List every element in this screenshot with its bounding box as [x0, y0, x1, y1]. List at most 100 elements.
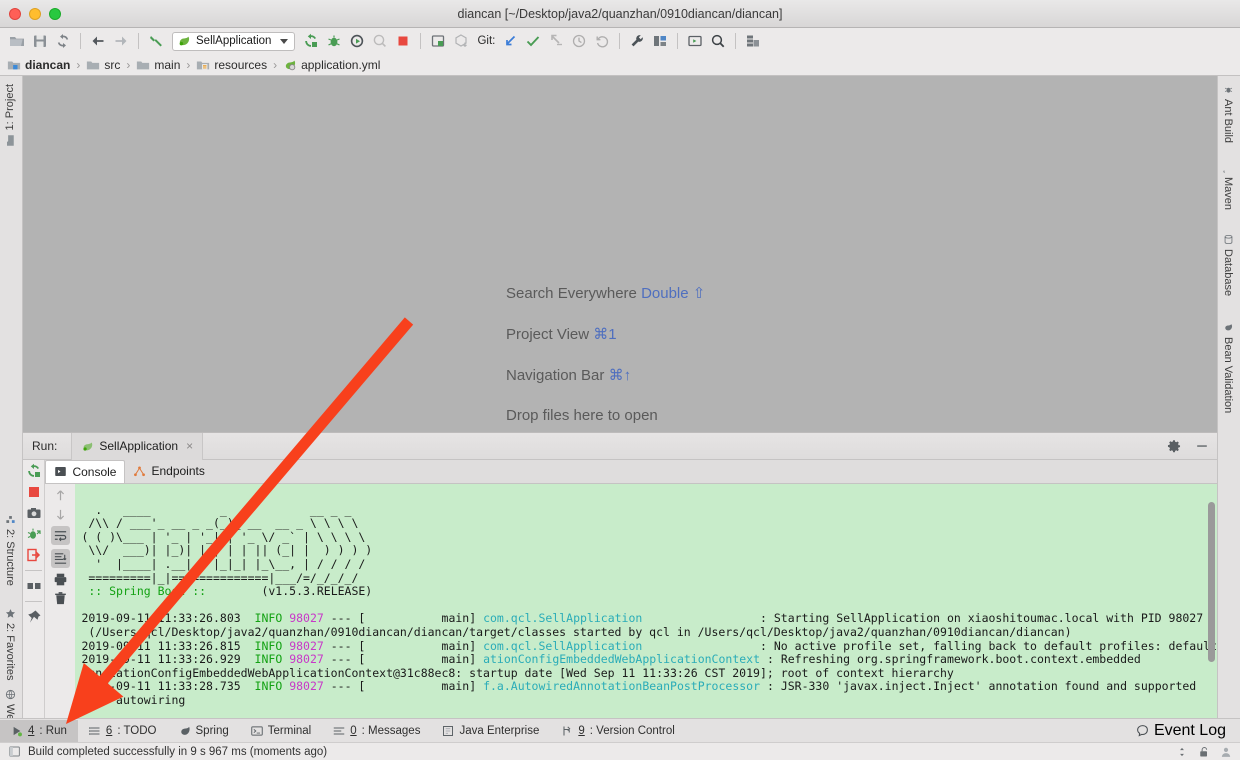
- console-log-msg: : Refreshing org.springframework.boot.co…: [766, 652, 1141, 667]
- sidebar-item-maven[interactable]: m Maven: [1222, 162, 1234, 210]
- tab-console[interactable]: Console: [45, 460, 126, 483]
- save-snapshot-icon[interactable]: [742, 30, 764, 52]
- left-tool-window-bar: 1: Project 2: Structure 2: Favorites Web: [0, 76, 23, 718]
- bottom-item-run[interactable]: 4: Run: [0, 719, 78, 742]
- event-log-button[interactable]: Event Log: [1136, 722, 1226, 740]
- run-window-header: Run: SellApplication ×: [23, 432, 1217, 460]
- sidebar-item-structure[interactable]: 2: Structure: [4, 514, 16, 586]
- settings-wrench-icon[interactable]: [626, 30, 648, 52]
- breadcrumb-item-main[interactable]: main: [136, 58, 180, 72]
- console-scrollbar[interactable]: [1208, 502, 1215, 662]
- sidebar-item-ant-build[interactable]: Ant Build: [1222, 84, 1234, 143]
- git-commit-icon[interactable]: [522, 30, 544, 52]
- breadcrumb-item-diancan[interactable]: diancan: [7, 58, 70, 72]
- save-all-icon[interactable]: [29, 30, 51, 52]
- sync-icon[interactable]: [52, 30, 74, 52]
- bottom-item-terminal[interactable]: Terminal: [240, 720, 322, 742]
- export-icon[interactable]: [26, 547, 42, 563]
- soft-wrap-icon[interactable]: [50, 526, 70, 545]
- window-titlebar: diancan [~/Desktop/java2/quanzhan/0910di…: [0, 0, 1240, 28]
- editor-empty-area[interactable]: Search Everywhere Double ⇧ Project View …: [23, 76, 1217, 432]
- console-log-logger: ationConfigEmbeddedWebApplicationContext: [483, 652, 761, 667]
- scroll-to-end-icon[interactable]: [50, 549, 70, 568]
- console-log-pad: [642, 639, 760, 653]
- git-rollback-icon: [591, 30, 613, 52]
- print-icon[interactable]: [53, 572, 68, 587]
- console-log-sep: --- [: [323, 679, 366, 694]
- event-log-label: Event Log: [1153, 721, 1226, 739]
- console-log-ts: 2019-09-11 11:33:26.815: [81, 638, 241, 653]
- version-control-icon: [561, 725, 573, 737]
- sidebar-item-project[interactable]: 1: Project: [4, 84, 16, 146]
- console-log-level: INFO: [254, 611, 283, 626]
- breadcrumb-item-resources[interactable]: resources: [196, 58, 267, 72]
- forward-arrow-icon[interactable]: [110, 30, 132, 52]
- console-icon: [54, 465, 67, 478]
- breadcrumb-label: resources: [214, 57, 268, 72]
- open-folder-icon[interactable]: [6, 30, 28, 52]
- breadcrumb-item-src[interactable]: src: [86, 58, 120, 72]
- breadcrumb-item-application-yml[interactable]: application.yml: [283, 58, 380, 72]
- rerun-icon[interactable]: [26, 463, 42, 479]
- bottom-item-messages[interactable]: 0: Messages: [322, 720, 431, 742]
- layout-icon[interactable]: [26, 578, 42, 594]
- bottom-item-version-control[interactable]: 9: Version Control: [550, 720, 685, 742]
- pin-icon[interactable]: [26, 609, 42, 625]
- attach-debugger-icon[interactable]: [26, 526, 42, 542]
- down-arrow-icon[interactable]: [53, 507, 68, 522]
- git-update-icon[interactable]: [499, 30, 521, 52]
- sidebar-item-label: 2: Structure: [4, 529, 16, 586]
- console-gutter-toolbar: [45, 484, 76, 718]
- toolbar-divider: [420, 33, 422, 49]
- back-arrow-icon[interactable]: [87, 30, 109, 52]
- bottom-item-number: 6: [105, 724, 113, 737]
- console-log-thread: main]: [365, 652, 477, 667]
- up-arrow-icon[interactable]: [53, 488, 68, 503]
- run-anything-icon[interactable]: [684, 30, 706, 52]
- sidebar-item-bean-validation[interactable]: Bean Validation: [1222, 322, 1234, 413]
- sidebar-item-web[interactable]: Web: [4, 689, 16, 718]
- screenshot-icon[interactable]: [26, 505, 42, 521]
- bottom-item-todo[interactable]: 6: TODO: [78, 720, 168, 742]
- rerun-icon[interactable]: [300, 30, 322, 52]
- resize-icon[interactable]: [1176, 746, 1188, 758]
- lock-icon[interactable]: [1198, 746, 1210, 758]
- sidebar-item-database[interactable]: Database: [1222, 234, 1234, 296]
- run-with-coverage-icon[interactable]: [346, 30, 368, 52]
- hint-text: Drop files here to open: [506, 407, 658, 424]
- user-icon[interactable]: [1220, 746, 1232, 758]
- run-window-header-actions: [1167, 439, 1209, 453]
- tab-endpoints[interactable]: Endpoints: [125, 460, 212, 483]
- project-structure-icon[interactable]: [649, 30, 671, 52]
- bottom-item-spring[interactable]: Spring: [168, 720, 240, 742]
- java-enterprise-icon: [442, 725, 454, 737]
- minimize-icon[interactable]: [1195, 439, 1209, 453]
- debug-icon[interactable]: [323, 30, 345, 52]
- close-icon[interactable]: ×: [186, 439, 193, 453]
- chevron-down-icon[interactable]: [280, 38, 289, 44]
- console-banner-line: =========|_|==============|___/=/_/_/_/: [81, 570, 359, 585]
- run-tab-sellapplication[interactable]: SellApplication ×: [71, 432, 204, 460]
- layout-toggle-icon[interactable]: [8, 745, 21, 758]
- attach-debugger-icon[interactable]: [427, 30, 449, 52]
- breadcrumb-separator: ›: [273, 57, 278, 72]
- trash-icon[interactable]: [53, 591, 68, 606]
- todo-icon: [88, 725, 101, 737]
- sidebar-item-favorites[interactable]: 2: Favorites: [4, 608, 16, 680]
- search-icon[interactable]: [707, 30, 729, 52]
- toolbar-divider: [138, 33, 139, 49]
- stop-icon[interactable]: [26, 484, 42, 500]
- build-hammer-icon[interactable]: [145, 30, 167, 52]
- bottom-item-java-enterprise[interactable]: Java Enterprise: [431, 720, 550, 742]
- console-output[interactable]: . ____ _ __ _ _ /\\ / ___'_ __ _ _(_)_ _…: [75, 484, 1217, 718]
- stop-icon[interactable]: [392, 30, 414, 52]
- gear-icon[interactable]: [1167, 439, 1181, 453]
- console-banner-line: . ____ _ __ _ _: [81, 502, 352, 517]
- tab-label: Console: [72, 464, 117, 479]
- hint-text: Navigation Bar: [506, 367, 609, 384]
- console-log-logger: com.qcl.SellApplication: [483, 611, 643, 626]
- run-tab-label: SellApplication: [99, 439, 179, 453]
- console-banner-line: \\/ ___)| |_)| | | | | || (_| | ) ) ) ): [81, 543, 373, 558]
- console-log-pad: [760, 652, 767, 666]
- run-configuration-selector[interactable]: SellApplication: [172, 31, 296, 51]
